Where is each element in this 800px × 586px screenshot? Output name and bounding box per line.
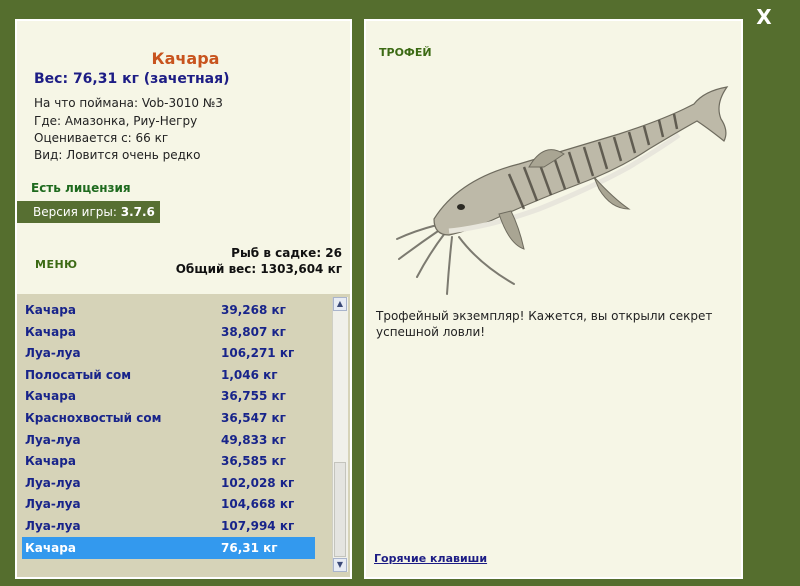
close-button[interactable]: X (753, 6, 775, 28)
list-item[interactable]: Качара 36,585 кг (22, 450, 315, 472)
rarity-info: Вид: Ловится очень редко (34, 148, 201, 162)
list-item[interactable]: Луа-луа 104,668 кг (22, 493, 315, 515)
fish-name-cell: Луа-луа (25, 497, 81, 512)
catch-list[interactable]: Качара 39,268 кг Качара 38,807 кг Луа-луа 106… (17, 294, 350, 577)
fish-weight-cell: 36,755 кг (221, 389, 286, 404)
hotkeys-link[interactable]: Горячие клавиши (374, 552, 487, 565)
fish-weight-cell: 102,028 кг (221, 475, 295, 490)
fish-name-cell: Качара (25, 324, 76, 339)
fish-weight-cell: 36,585 кг (221, 454, 286, 469)
fish-weight-cell: 1,046 кг (221, 367, 278, 382)
fish-weight-cell: 76,31 кг (221, 540, 278, 555)
fish-name-cell: Луа-луа (25, 432, 81, 447)
bait-info: На что поймана: Vob-3010 №3 (34, 96, 223, 110)
list-scrollbar[interactable]: ▲ ▼ (332, 297, 348, 572)
fish-name-cell: Качара (25, 454, 76, 469)
fish-name-cell: Полосатый сом (25, 367, 132, 382)
trophy-message: Трофейный экземпляр! Кажется, вы открыли… (376, 309, 713, 339)
version-label: Версия игры: (33, 205, 117, 219)
list-item[interactable]: Луа-луа 106,271 кг (22, 342, 315, 364)
list-item[interactable]: Полосатый сом 1,046 кг (22, 364, 315, 386)
list-item[interactable]: Качара 36,755 кг (22, 385, 315, 407)
catfish-image (396, 86, 729, 295)
fish-weight: Вес: 76,31 кг (зачетная) (34, 71, 230, 87)
list-item[interactable]: Луа-луа 49,833 кг (22, 429, 315, 451)
location-info: Где: Амазонка, Риу-Негру (34, 114, 198, 128)
fish-weight-cell: 38,807 кг (221, 324, 286, 339)
fish-weight-cell: 49,833 кг (221, 432, 286, 447)
scroll-thumb[interactable] (334, 462, 346, 557)
price-info: Оценивается с: 66 кг (34, 131, 169, 145)
fish-name-cell: Краснохвостый сом (25, 411, 162, 425)
trophy-panel: ТРОФЕЙ Трофейный экземпляр! Кажется, вы … (364, 19, 743, 579)
version-value: 3.7.6 (120, 205, 155, 219)
fish-weight-cell: 104,668 кг (221, 497, 295, 512)
version-bar: Версия игры: 3.7.6 (17, 201, 160, 223)
list-item[interactable]: Краснохвостый сом 36,547 кг (22, 407, 315, 429)
list-item[interactable]: Качара 39,268 кг (22, 299, 315, 321)
list-item[interactable]: Луа-луа 102,028 кг (22, 472, 315, 494)
fish-count: Рыб в садке: 26 (231, 246, 342, 260)
license-status: Есть лицензия (31, 181, 131, 195)
fish-name-cell: Качара (25, 540, 76, 555)
list-item[interactable]: Качара 76,31 кг (22, 536, 315, 559)
fish-name-cell: Луа-луа (25, 346, 81, 361)
fish-name: Качара (151, 49, 220, 68)
fish-weight-cell: 107,994 кг (221, 519, 295, 533)
list-item[interactable]: Луа-луа 107,994 кг (22, 515, 315, 537)
scroll-down-icon[interactable]: ▼ (333, 558, 347, 572)
fish-info-panel: Качара Вес: 76,31 кг (зачетная) На что п… (15, 19, 352, 579)
fish-weight-cell: 106,271 кг (221, 346, 295, 361)
menu-button[interactable]: МЕНЮ (35, 258, 78, 271)
fish-name-cell: Качара (25, 303, 76, 317)
fish-name-cell: Луа-луа (25, 519, 81, 533)
fish-name-cell: Луа-луа (25, 475, 81, 490)
fish-weight-cell: 36,547 кг (221, 411, 286, 425)
scroll-up-icon[interactable]: ▲ (333, 297, 347, 311)
fish-name-cell: Качара (25, 389, 76, 404)
total-weight: Общий вес: 1303,604 кг (175, 262, 342, 276)
list-item[interactable]: Качара 38,807 кг (22, 321, 315, 343)
fish-weight-cell: 39,268 кг (221, 303, 286, 317)
